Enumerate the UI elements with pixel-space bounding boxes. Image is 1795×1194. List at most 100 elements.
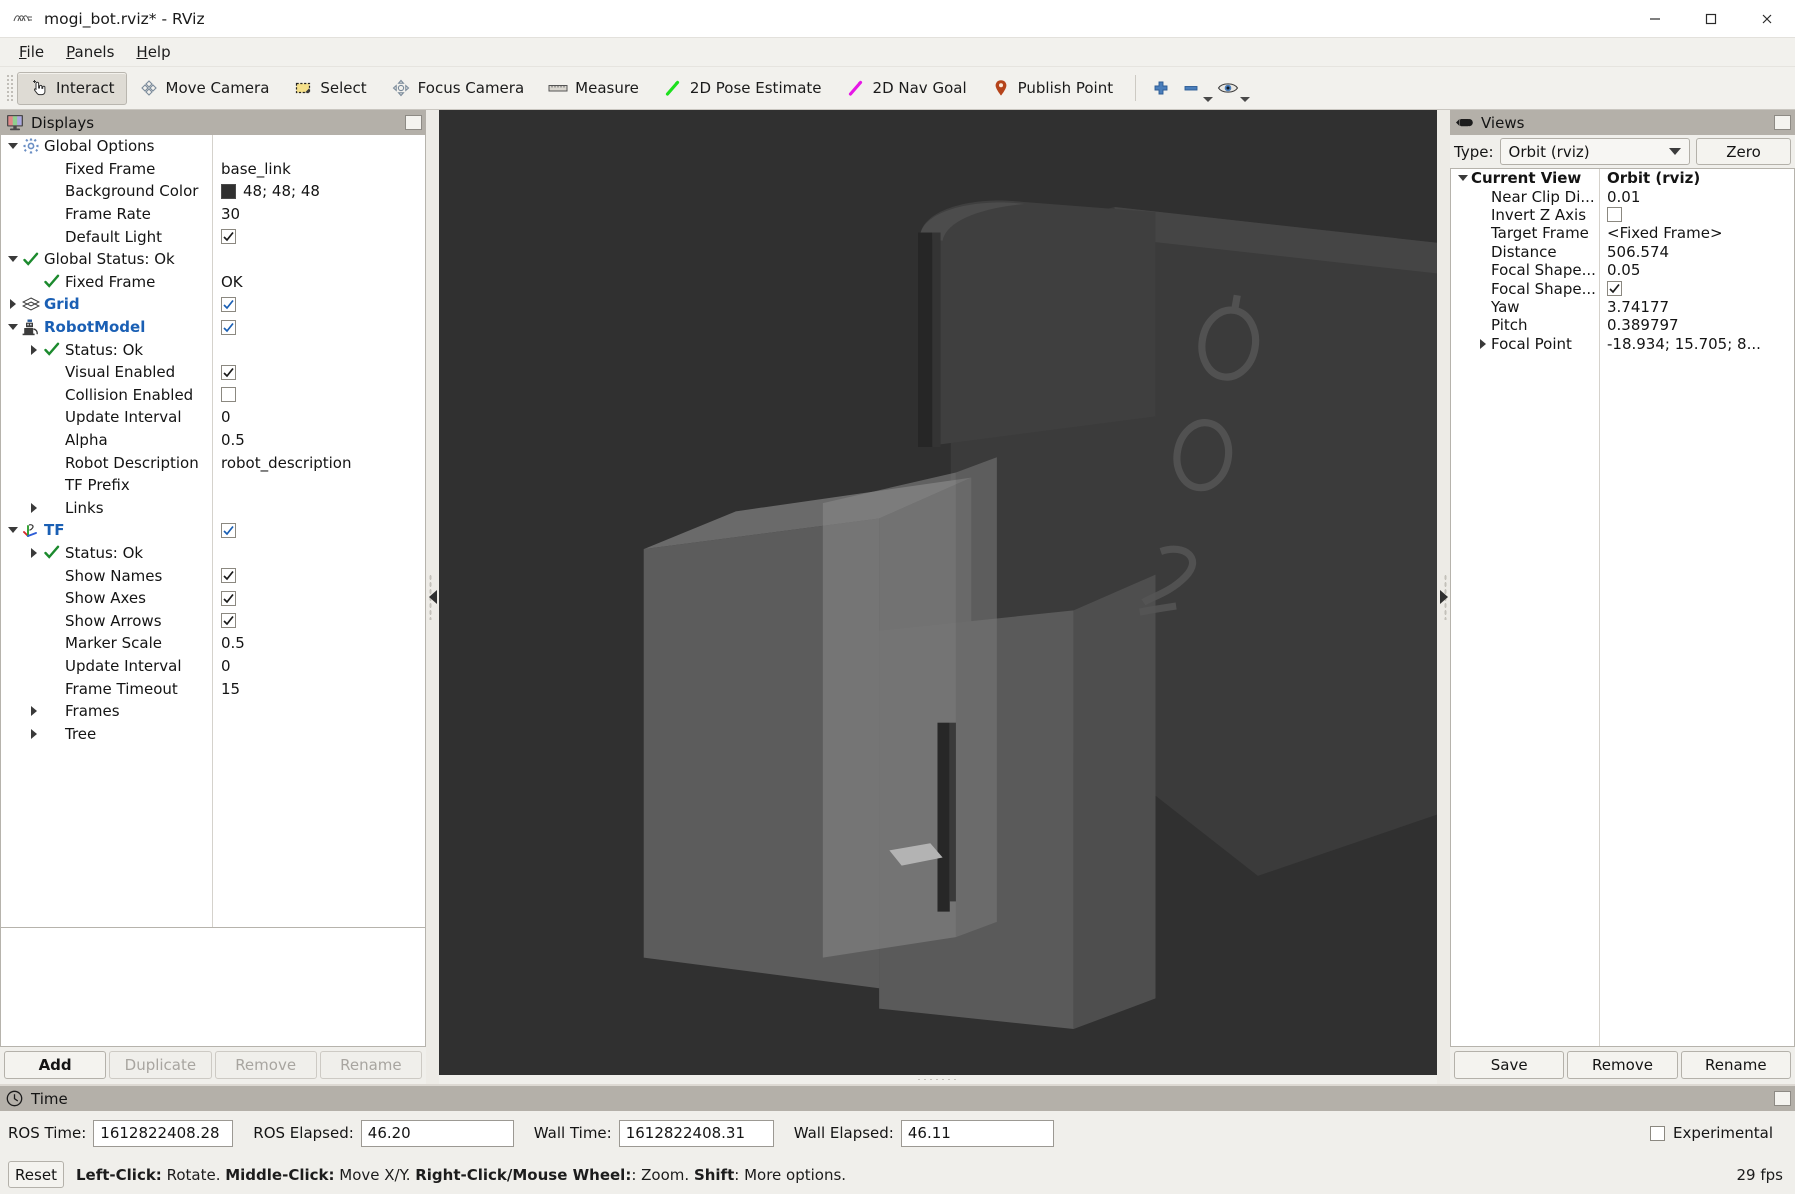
expand-toggle[interactable] bbox=[26, 497, 42, 520]
views-save-button[interactable]: Save bbox=[1454, 1051, 1565, 1079]
view-tree-row[interactable]: Focal Point -18.934; 15.705; 8... bbox=[1451, 335, 1794, 353]
chevron-down-icon[interactable] bbox=[1203, 96, 1214, 102]
expand-toggle[interactable] bbox=[26, 700, 42, 723]
tool-2d-nav-goal[interactable]: 2D Nav Goal bbox=[834, 72, 979, 105]
expand-toggle[interactable] bbox=[5, 519, 21, 542]
toolbar-grip[interactable] bbox=[6, 74, 15, 102]
view-tree-row[interactable]: Distance 506.574 bbox=[1451, 243, 1794, 261]
expand-toggle[interactable] bbox=[26, 722, 42, 745]
display-tree-row[interactable]: Show Arrows bbox=[1, 609, 425, 632]
plus-icon[interactable] bbox=[1146, 72, 1176, 105]
display-tree-row[interactable]: Fixed Frame OK bbox=[1, 271, 425, 294]
viewport-bottom-grip[interactable] bbox=[439, 1075, 1437, 1084]
eye-icon[interactable] bbox=[1213, 72, 1243, 105]
minus-icon[interactable] bbox=[1176, 72, 1206, 105]
time-field-input[interactable]: 1612822408.28 bbox=[93, 1119, 234, 1147]
displays-tree[interactable]: Global Options Fixed Frame base_link Backgr… bbox=[0, 135, 426, 928]
close-button[interactable] bbox=[1739, 0, 1795, 38]
reset-button[interactable]: Reset bbox=[8, 1161, 64, 1188]
view-row-value[interactable]: <Fixed Frame> bbox=[1607, 224, 1723, 242]
tool-measure[interactable]: Measure bbox=[536, 72, 651, 105]
tool-2d-pose-estimate[interactable]: 2D Pose Estimate bbox=[651, 72, 834, 105]
view-tree-row[interactable]: Yaw 3.74177 bbox=[1451, 298, 1794, 316]
expand-toggle[interactable] bbox=[26, 338, 42, 361]
display-tree-row[interactable]: Frame Timeout 15 bbox=[1, 677, 425, 700]
row-checkbox[interactable] bbox=[221, 319, 236, 335]
display-tree-row[interactable]: Links bbox=[1, 497, 425, 520]
row-checkbox[interactable] bbox=[221, 613, 236, 629]
time-float-button[interactable] bbox=[1774, 1091, 1791, 1106]
row-checkbox[interactable] bbox=[221, 387, 236, 403]
expand-toggle[interactable] bbox=[5, 135, 21, 158]
view-tree-row[interactable]: Invert Z Axis bbox=[1451, 206, 1794, 224]
display-tree-row[interactable]: Tree bbox=[1, 722, 425, 745]
view-row-value[interactable]: 0.389797 bbox=[1607, 316, 1679, 334]
expand-toggle[interactable] bbox=[5, 248, 21, 271]
view-row-value[interactable]: 506.574 bbox=[1607, 243, 1669, 261]
visibility-dropdown[interactable] bbox=[1213, 72, 1251, 105]
row-checkbox[interactable] bbox=[221, 568, 236, 584]
display-tree-row[interactable]: Status: Ok bbox=[1, 338, 425, 361]
menu-panels[interactable]: Panels bbox=[55, 40, 125, 64]
display-tree-row[interactable]: TF bbox=[1, 519, 425, 542]
row-value[interactable]: OK bbox=[221, 273, 243, 291]
time-field-input[interactable]: 46.11 bbox=[900, 1119, 1054, 1147]
time-field-input[interactable]: 1612822408.31 bbox=[618, 1119, 774, 1147]
experimental-toggle[interactable]: Experimental bbox=[1649, 1124, 1773, 1142]
expand-toggle[interactable] bbox=[5, 316, 21, 339]
maximize-button[interactable] bbox=[1683, 0, 1739, 38]
views-remove-button[interactable]: Remove bbox=[1567, 1051, 1678, 1079]
display-tree-row[interactable]: RobotModel bbox=[1, 316, 425, 339]
display-tree-row[interactable]: Background Color 48; 48; 48 bbox=[1, 180, 425, 203]
expand-toggle[interactable] bbox=[26, 542, 42, 565]
collapse-left-arrow[interactable] bbox=[428, 590, 437, 604]
row-checkbox[interactable] bbox=[221, 590, 236, 606]
expand-toggle[interactable] bbox=[1455, 169, 1471, 187]
row-value[interactable]: 15 bbox=[221, 680, 240, 698]
minus-dropdown[interactable] bbox=[1176, 72, 1214, 105]
views-float-button[interactable] bbox=[1774, 115, 1791, 130]
zero-button[interactable]: Zero bbox=[1696, 138, 1791, 165]
collapse-right-arrow[interactable] bbox=[1439, 590, 1448, 604]
expand-toggle[interactable] bbox=[1475, 335, 1491, 353]
display-tree-row[interactable]: Show Axes bbox=[1, 587, 425, 610]
tool-move-camera[interactable]: Move Camera bbox=[127, 72, 282, 105]
view-tree-row[interactable]: Target Frame <Fixed Frame> bbox=[1451, 224, 1794, 242]
display-tree-row[interactable]: Grid bbox=[1, 293, 425, 316]
row-value[interactable]: base_link bbox=[221, 160, 291, 178]
row-checkbox[interactable] bbox=[221, 364, 236, 380]
view-row-value[interactable]: 0.05 bbox=[1607, 261, 1640, 279]
view-row-value[interactable]: 0.01 bbox=[1607, 188, 1640, 206]
row-value[interactable]: 0 bbox=[221, 657, 231, 675]
display-tree-row[interactable]: Alpha 0.5 bbox=[1, 429, 425, 452]
display-tree-row[interactable]: Global Status: Ok bbox=[1, 248, 425, 271]
view-row-value[interactable]: -18.934; 15.705; 8... bbox=[1607, 335, 1761, 353]
3d-canvas[interactable] bbox=[439, 110, 1437, 1075]
row-checkbox[interactable] bbox=[1607, 207, 1622, 223]
time-field-input[interactable]: 46.20 bbox=[360, 1119, 514, 1147]
display-tree-row[interactable]: TF Prefix bbox=[1, 474, 425, 497]
row-value[interactable]: 30 bbox=[221, 205, 240, 223]
row-checkbox[interactable] bbox=[221, 296, 236, 312]
menu-help[interactable]: Help bbox=[125, 40, 181, 64]
menu-file[interactable]: File bbox=[8, 40, 55, 64]
views-tree[interactable]: Current View Orbit (rviz) Near Clip Di... 0… bbox=[1450, 168, 1795, 1047]
experimental-checkbox[interactable] bbox=[1649, 1125, 1665, 1141]
display-tree-row[interactable]: Status: Ok bbox=[1, 542, 425, 565]
row-checkbox[interactable] bbox=[1607, 281, 1622, 297]
display-tree-row[interactable]: Update Interval 0 bbox=[1, 655, 425, 678]
right-splitter[interactable] bbox=[1437, 110, 1450, 1084]
display-tree-row[interactable]: Frames bbox=[1, 700, 425, 723]
tool-publish-point[interactable]: Publish Point bbox=[979, 72, 1125, 105]
view-row-value[interactable]: 3.74177 bbox=[1607, 298, 1669, 316]
view-tree-row[interactable]: Focal Shape... bbox=[1451, 279, 1794, 298]
chevron-down-icon[interactable] bbox=[1240, 96, 1251, 102]
row-checkbox[interactable] bbox=[221, 522, 236, 538]
row-value[interactable]: robot_description bbox=[221, 454, 352, 472]
views-rename-button[interactable]: Rename bbox=[1680, 1051, 1791, 1079]
expand-toggle[interactable] bbox=[5, 293, 21, 316]
display-tree-row[interactable]: Show Names bbox=[1, 564, 425, 587]
color-swatch[interactable] bbox=[221, 183, 236, 199]
view-type-select[interactable]: Orbit (rviz) bbox=[1499, 138, 1690, 165]
left-splitter[interactable] bbox=[426, 110, 439, 1084]
